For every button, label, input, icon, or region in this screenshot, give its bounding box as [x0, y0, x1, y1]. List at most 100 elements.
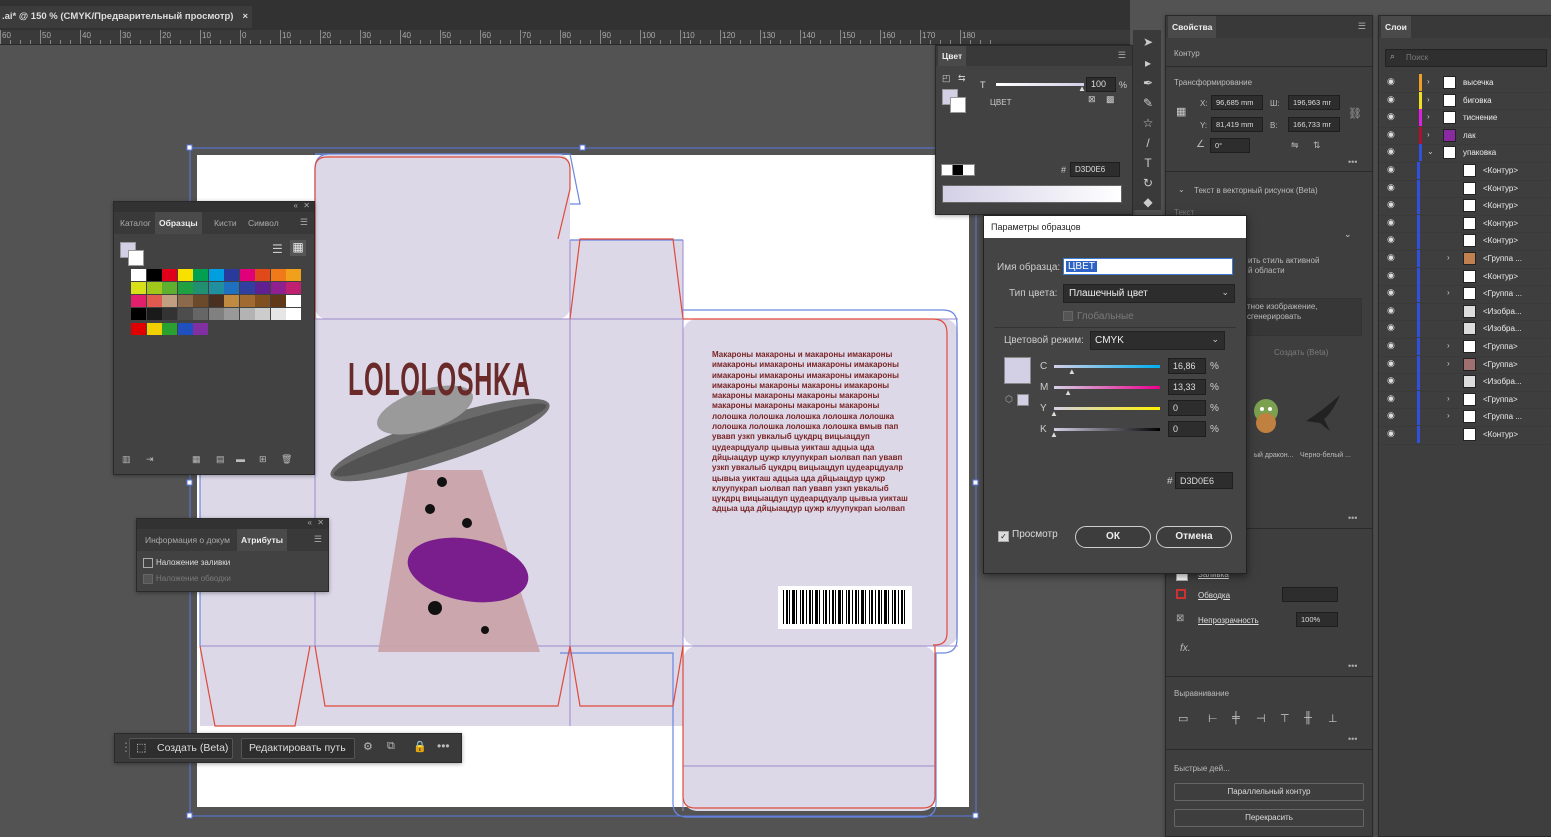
eye-icon[interactable]: ◉ — [1387, 111, 1397, 121]
swatch-chip[interactable] — [239, 295, 255, 307]
tab-document-info[interactable]: Информация о докум — [141, 529, 234, 551]
align-top-icon[interactable]: ⊤ — [1280, 712, 1290, 725]
swatch-chip[interactable] — [193, 282, 208, 294]
height-input[interactable]: 166,733 mr — [1288, 117, 1340, 132]
layer-row[interactable]: ◉ <Контур> — [1379, 179, 1551, 199]
eye-icon[interactable]: ◉ — [1387, 164, 1397, 174]
swap-colors-icon[interactable]: ⇆ — [958, 73, 966, 84]
channel-value-input[interactable]: 16,86 — [1168, 358, 1206, 374]
constrain-proportions-icon[interactable]: ⛓ — [1348, 107, 1362, 120]
tab-swatches[interactable]: Образцы — [155, 212, 202, 234]
expand-arrow-icon[interactable]: › — [1447, 411, 1450, 420]
opacity-input[interactable]: 100% — [1296, 612, 1338, 627]
panel-menu-icon[interactable]: ☰ — [314, 534, 322, 545]
eye-icon[interactable]: ◉ — [1387, 252, 1397, 262]
duplicate-icon[interactable]: ⧉ — [387, 740, 395, 753]
panel-menu-icon[interactable]: ☰ — [300, 217, 308, 228]
default-colors-icon[interactable]: ◰ — [942, 73, 951, 84]
slider-thumb-icon[interactable]: ▲ — [1050, 409, 1058, 418]
swatch-chip[interactable] — [239, 308, 255, 320]
layer-row[interactable]: ◉ <Контур> — [1379, 197, 1551, 216]
channel-slider[interactable] — [1054, 407, 1160, 410]
eraser-tool-icon[interactable]: ◆ — [1141, 195, 1155, 209]
expand-arrow-icon[interactable]: › — [1447, 288, 1450, 297]
expand-arrow-icon[interactable]: › — [1427, 112, 1430, 121]
expand-arrow-icon[interactable]: › — [1427, 130, 1430, 139]
swatch-chip[interactable] — [146, 269, 162, 281]
tab-properties[interactable]: Свойства — [1168, 16, 1217, 38]
eye-icon[interactable]: ◉ — [1387, 305, 1397, 315]
trash-icon[interactable]: 🗑 — [281, 454, 292, 465]
tab-symbols[interactable]: Символ — [244, 212, 283, 234]
align-left-icon[interactable]: ⊢ — [1208, 712, 1218, 725]
swatch-chip[interactable] — [177, 282, 193, 294]
eye-icon[interactable]: ◉ — [1387, 358, 1397, 368]
brush-tool-icon[interactable]: / — [1141, 136, 1155, 150]
swatch-chip[interactable] — [193, 308, 208, 320]
bird-thumbnail[interactable] — [1302, 391, 1346, 437]
curvature-tool-icon[interactable]: ✎ — [1141, 96, 1155, 110]
new-swatch-icon[interactable]: ⊞ — [259, 454, 267, 465]
swatch-chip[interactable] — [131, 308, 146, 320]
expand-arrow-icon[interactable]: › — [1447, 341, 1450, 350]
more-transform-icon[interactable]: ••• — [1348, 157, 1357, 167]
swatch-chip[interactable] — [162, 269, 177, 281]
swatch-chip[interactable] — [270, 295, 286, 307]
create-beta-button[interactable]: ⬚ Создать (Beta) — [129, 738, 233, 759]
tab-color[interactable]: Цвет — [938, 46, 967, 66]
swatch-chip[interactable] — [286, 282, 301, 294]
layer-row[interactable]: ◉ › <Группа ... — [1379, 285, 1551, 304]
layer-row[interactable]: ◉ <Контур> — [1379, 426, 1551, 445]
channel-value-input[interactable]: 13,33 — [1168, 379, 1206, 395]
dragon-thumbnail[interactable] — [1246, 391, 1286, 437]
channel-slider[interactable] — [1054, 428, 1160, 431]
text-to-vector-heading[interactable]: Текст в векторный рисунок (Beta) — [1194, 186, 1318, 195]
swatch-chip[interactable] — [224, 295, 239, 307]
edit-path-button[interactable]: Редактировать путь — [241, 738, 355, 759]
swatch-chip[interactable] — [224, 269, 239, 281]
place-swatches-icon[interactable]: ⇥ — [146, 454, 154, 465]
eye-icon[interactable]: ◉ — [1387, 129, 1397, 139]
swatch-chip[interactable] — [208, 282, 224, 294]
color-type-select[interactable]: Плашечный цвет ⌄ — [1063, 284, 1235, 303]
eye-icon[interactable]: ◉ — [1387, 428, 1397, 438]
none-black-white-swatches[interactable] — [941, 164, 975, 176]
swatch-library-icon[interactable]: ▥ — [122, 454, 131, 465]
swatch-grid[interactable] — [119, 269, 301, 349]
swatch-chip[interactable] — [146, 323, 162, 335]
grid-view-icon[interactable]: ▦ — [290, 240, 306, 256]
dropdown-arrow-icon[interactable]: ⌄ — [1344, 229, 1352, 240]
close-icon[interactable]: ✕ — [317, 518, 324, 527]
lock-icon[interactable]: 🔒 — [413, 740, 427, 753]
tab-catalog[interactable]: Каталог — [116, 212, 155, 234]
angle-input[interactable]: 0° — [1210, 138, 1250, 153]
recolor-button[interactable]: Перекрасить — [1174, 809, 1364, 827]
swatch-chip[interactable] — [162, 308, 177, 320]
swatches-panel-header[interactable]: « ✕ — [114, 201, 314, 212]
tab-attributes[interactable]: Атрибуты — [237, 529, 287, 551]
eye-icon[interactable]: ◉ — [1387, 234, 1397, 244]
stroke-color-icon[interactable] — [950, 97, 966, 113]
align-right-icon[interactable]: ⊣ — [1256, 712, 1266, 725]
reference-point-icon[interactable]: ▦ — [1176, 105, 1186, 118]
panel-menu-icon[interactable]: ☰ — [1118, 50, 1126, 61]
swatch-chip[interactable] — [131, 323, 146, 335]
layer-row[interactable]: ◉ › <Группа> — [1379, 390, 1551, 410]
x-input[interactable]: 96,685 mm — [1211, 95, 1263, 110]
eye-icon[interactable]: ◉ — [1387, 182, 1397, 192]
layer-row[interactable]: ◉ <Контур> — [1379, 214, 1551, 234]
stroke-weight-input[interactable] — [1282, 587, 1338, 602]
swatch-chip[interactable] — [146, 295, 162, 307]
swatch-chip[interactable] — [193, 295, 208, 307]
swatch-chip[interactable] — [208, 308, 224, 320]
close-icon[interactable]: ✕ — [303, 201, 310, 210]
swatch-chip[interactable] — [162, 323, 177, 335]
eye-icon[interactable]: ◉ — [1387, 393, 1397, 403]
swatch-chip[interactable] — [162, 282, 177, 294]
slider-thumb-icon[interactable]: ▲ — [1068, 367, 1076, 376]
more-options-icon[interactable]: ••• — [437, 739, 450, 753]
swatch-chip[interactable] — [208, 269, 224, 281]
align-to-icon[interactable]: ▭ — [1178, 712, 1188, 725]
eye-icon[interactable]: ◉ — [1387, 270, 1397, 280]
prompt-field[interactable]: тное изображение, сгенерировать — [1242, 298, 1362, 336]
